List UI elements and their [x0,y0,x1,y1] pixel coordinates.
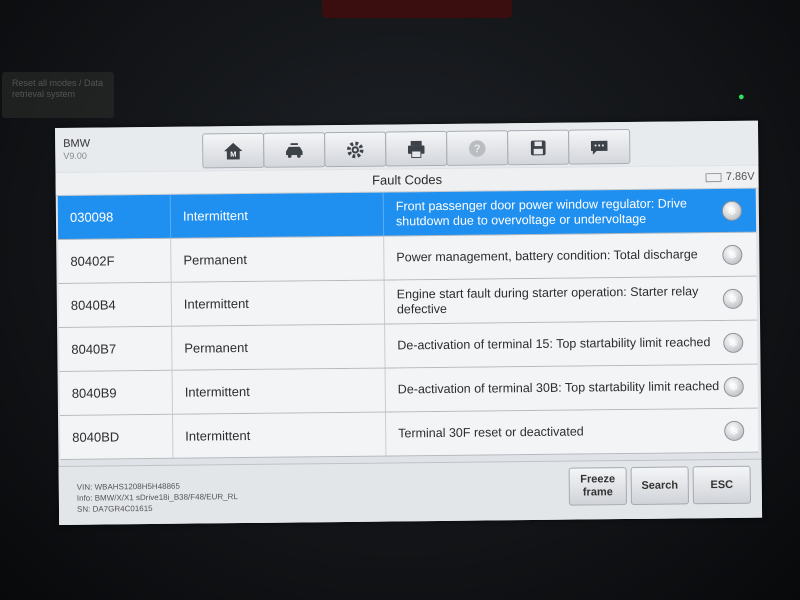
fault-code-table: 030098 Intermittent Front passenger door… [57,188,759,460]
software-version: V9.00 [63,150,87,161]
save-button[interactable] [507,129,570,166]
fault-code: 8040BD [60,414,174,459]
table-row[interactable]: 030098 Intermittent Front passenger door… [57,188,757,240]
search-button[interactable]: Search [630,466,689,505]
car-icon: ● [738,91,745,103]
home-icon: M [224,142,243,159]
freeze-frame-icon[interactable]: ❄ [721,200,743,222]
fault-status: Intermittent [170,192,385,238]
svg-text:M: M [230,149,236,158]
vehicle-button[interactable] [263,132,326,168]
fault-status: Permanent [172,324,386,370]
device-top-clip [322,0,512,18]
table-row[interactable]: 8040B9 Intermittent De-activation of ter… [59,364,758,416]
fault-description: Front passenger door power window regula… [395,195,688,228]
brand-name: BMW [63,137,91,150]
fault-description: Power management, battery condition: Tot… [396,247,698,265]
fault-description: De-activation of terminal 30B: Top start… [397,379,720,397]
message-button[interactable] [568,128,631,165]
battery-icon [705,172,722,182]
settings-icon [346,141,364,158]
scanner-screen: BMW V9.00 M ? Fault Codes 7.86V 030098 I… [55,120,763,525]
serial-number-text: SN: DA7GR4C01615 [76,503,153,514]
info-text: Info: BMW/X/X1 sDrive18i_B38/F48/EUR_RL [76,492,238,503]
freeze-frame-button[interactable]: Freeze frame [568,467,627,506]
fault-code: 8040B4 [58,282,173,327]
page-title: Fault Codes [371,171,443,188]
freeze-frame-icon[interactable]: ❄ [723,376,744,398]
settings-button[interactable] [324,131,387,168]
fault-code: 030098 [57,194,172,239]
fault-status: Intermittent [172,368,386,414]
print-icon [407,140,425,158]
svg-text:?: ? [474,143,481,155]
save-icon [530,140,546,155]
fault-code: 8040B7 [59,326,173,371]
fault-description: Engine start fault during starter operat… [396,283,699,316]
table-row[interactable]: 80402F Permanent Power management, batte… [58,232,757,284]
sticker-text: Reset all modes / Data retrieval system [12,78,104,99]
home-button[interactable]: M [202,132,265,169]
device-sticker: Reset all modes / Data retrieval system [2,72,114,118]
print-button[interactable] [385,130,448,167]
message-icon [590,140,608,155]
esc-button[interactable]: ESC [692,465,751,505]
fault-code: 8040B9 [59,370,173,415]
fault-description: De-activation of terminal 15: Top starta… [397,335,711,353]
freeze-frame-icon[interactable]: ❄ [722,288,743,310]
freeze-frame-icon[interactable]: ❄ [722,244,743,266]
freeze-frame-icon[interactable]: ❄ [724,420,745,442]
battery-voltage: 7.86V [705,170,755,184]
table-row[interactable]: 8040B7 Permanent De-activation of termin… [59,320,758,372]
help-button[interactable]: ? [446,130,509,166]
fault-status: Intermittent [171,280,386,326]
table-row[interactable]: 8040B4 Intermittent Engine start fault d… [58,276,758,328]
fault-status: Intermittent [173,412,387,458]
table-row[interactable]: 8040BD Intermittent Terminal 30F reset o… [60,408,759,460]
fault-status: Permanent [171,236,385,282]
vehicle-icon [286,142,303,158]
footer-bar: VIN: WBAHS1208H5H48865 Info: BMW/X/X1 sD… [58,458,763,525]
vehicle-info: VIN: WBAHS1208H5H48865 Info: BMW/X/X1 sD… [77,480,238,515]
help-icon: ? [468,139,486,157]
voltage-value: 7.86V [725,170,755,183]
fault-code: 80402F [58,238,172,283]
top-toolbar: BMW V9.00 M ? [55,120,759,172]
freeze-frame-icon[interactable]: ❄ [723,332,744,354]
fault-description: Terminal 30F reset or deactivated [398,424,584,441]
brand-label: BMW V9.00 [63,138,90,162]
